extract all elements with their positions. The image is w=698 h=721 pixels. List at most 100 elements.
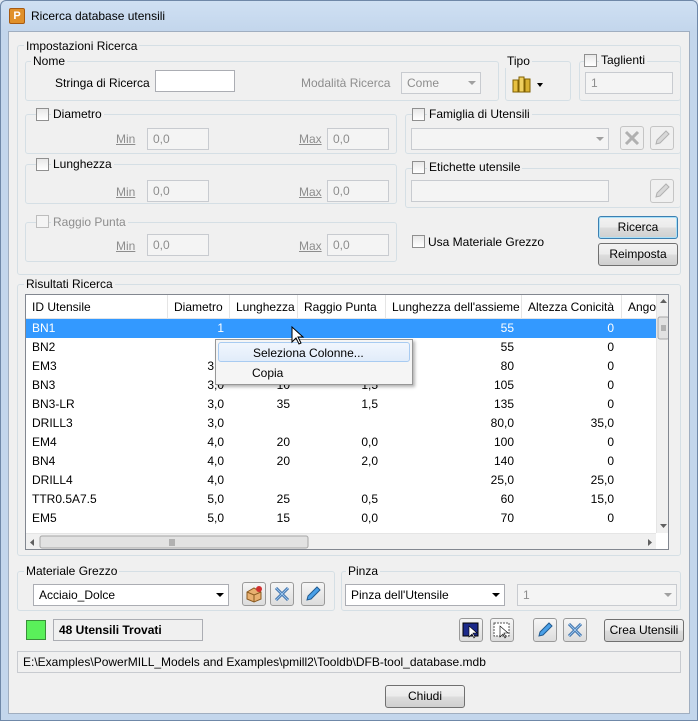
chiudi-button[interactable]: Chiudi	[385, 685, 465, 708]
raggio-punta-checkbox[interactable]	[36, 215, 49, 228]
table-row[interactable]: EM5 5,0 15 0,0 70 0	[26, 509, 656, 528]
table-cell: 0,0	[361, 435, 378, 449]
taglienti-checkbox[interactable]	[584, 54, 597, 67]
context-menu: Seleziona Colonne... Copia	[215, 339, 413, 385]
table-cell: 4,0	[207, 473, 224, 487]
table-row[interactable]: BN3-LR 3,0 35 1,5 135 0	[26, 395, 656, 414]
materiale-label: Materiale Grezzo	[24, 564, 120, 578]
reimposta-button[interactable]: Reimposta	[598, 243, 678, 266]
crea-utensili-button[interactable]: Crea Utensili	[604, 619, 684, 642]
table-row[interactable]: BN1 1 55 0	[26, 319, 656, 338]
status-indicator	[26, 620, 46, 640]
table-cell: 15,0	[590, 492, 614, 506]
search-string-input[interactable]	[155, 70, 235, 92]
menu-item-seleziona-colonne[interactable]: Seleziona Colonne...	[218, 342, 410, 362]
table-row[interactable]: TTR0.5A7.5 5,0 25 0,5 60 15,0	[26, 490, 656, 509]
column-header[interactable]: Diametro	[168, 295, 230, 319]
famiglia-clear-button[interactable]	[620, 126, 644, 150]
table-cell: 4,0	[207, 435, 224, 449]
table-cell	[230, 471, 290, 490]
horizontal-scrollbar[interactable]	[26, 533, 656, 549]
materiale-open-button[interactable]	[242, 582, 266, 606]
famiglia-checkbox[interactable]	[412, 108, 425, 121]
vertical-scrollbar[interactable]	[656, 295, 668, 533]
search-mode-value: Come	[407, 76, 440, 90]
select-grid-icon	[493, 622, 510, 639]
search-settings-label: Impostazioni Ricerca	[24, 39, 140, 53]
column-header[interactable]: ID Utensile	[26, 295, 168, 319]
dialog-client: Impostazioni Ricerca Nome Stringa di Ric…	[8, 31, 690, 714]
raggio-min-input[interactable]: 0,0	[147, 234, 209, 256]
table-row[interactable]: DRILL3 3,0 80,0 35,0	[26, 414, 656, 433]
select-all-button[interactable]	[459, 618, 483, 642]
table-cell: 0	[607, 435, 614, 449]
materiale-edit-button[interactable]	[301, 582, 325, 606]
diametro-min-input[interactable]: 0,0	[147, 128, 209, 150]
select-cursor-icon	[462, 622, 479, 639]
tipo-label: Tipo	[505, 54, 532, 68]
etichette-checkbox[interactable]	[412, 161, 425, 174]
table-cell: BN4	[32, 454, 56, 468]
table-cell: 0	[607, 321, 614, 335]
pinza-value: Pinza dell'Utensile	[351, 588, 449, 602]
table-row[interactable]: EM4 4,0 20 0,0 100 0	[26, 433, 656, 452]
chevron-down-icon	[664, 593, 672, 597]
lunghezza-checkbox[interactable]	[36, 158, 49, 171]
table-cell	[298, 414, 378, 433]
title-bar[interactable]: P Ricerca database utensili	[1, 1, 697, 31]
lunghezza-min-input[interactable]: 0,0	[147, 180, 209, 202]
materiale-clear-button[interactable]	[270, 582, 294, 606]
table-cell: EM4	[32, 435, 57, 449]
select-grid-button[interactable]	[490, 618, 514, 642]
table-cell: 25,0	[490, 473, 514, 487]
pencil-icon	[655, 183, 670, 198]
window-title: Ricerca database utensili	[31, 9, 166, 23]
table-row[interactable]: BN4 4,0 20 2,0 140 0	[26, 452, 656, 471]
table-cell	[298, 319, 378, 338]
app-logo-icon: P	[9, 8, 25, 24]
table-cell: EM3	[32, 359, 57, 373]
table-cell: DRILL3	[32, 416, 73, 430]
table-cell: 140	[493, 454, 514, 468]
column-header[interactable]: Raggio Punta	[298, 295, 386, 319]
table-cell: 5,0	[207, 492, 224, 506]
column-header[interactable]: Lunghezza	[230, 295, 298, 319]
table-cell	[230, 319, 290, 338]
diametro-max-input[interactable]: 0,0	[327, 128, 389, 150]
table-cell: 1,5	[361, 397, 378, 411]
materiale-value: Acciaio_Dolce	[39, 588, 116, 602]
ricerca-button[interactable]: Ricerca	[598, 216, 678, 239]
pinza-select[interactable]: Pinza dell'Utensile	[345, 584, 505, 606]
diametro-checkbox[interactable]	[36, 108, 49, 121]
table-cell: 25	[276, 492, 290, 506]
materiale-select[interactable]: Acciaio_Dolce	[33, 584, 229, 606]
table-cell: 60	[500, 492, 514, 506]
tools-found-count: 48 Utensili Trovati	[53, 619, 203, 641]
menu-item-copia[interactable]: Copia	[218, 363, 410, 383]
usa-materiale-checkbox[interactable]	[412, 235, 425, 248]
delete-tool-button[interactable]	[563, 618, 587, 642]
raggio-max-input[interactable]: 0,0	[327, 234, 389, 256]
results-list[interactable]: ID Utensile Diametro Lunghezza Raggio Pu…	[25, 294, 669, 550]
search-mode-select[interactable]: Come	[401, 72, 481, 94]
famiglia-edit-button[interactable]	[650, 126, 674, 150]
table-cell: BN1	[32, 321, 56, 335]
edit-tool-button[interactable]	[533, 618, 557, 642]
column-header[interactable]: Altezza Conicità	[522, 295, 622, 319]
table-cell: BN3	[32, 378, 56, 392]
pinza-number-select[interactable]: 1	[517, 584, 677, 606]
famiglia-select[interactable]	[411, 128, 609, 150]
column-header[interactable]: Lunghezza dell'assieme	[386, 295, 522, 319]
clear-tools-icon	[624, 130, 640, 146]
taglienti-input[interactable]: 1	[585, 72, 673, 94]
etichette-edit-button[interactable]	[650, 179, 674, 203]
pencil-icon	[655, 130, 670, 145]
table-cell: 0	[607, 340, 614, 354]
lunghezza-max-input[interactable]: 0,0	[327, 180, 389, 202]
clear-tools-icon	[274, 586, 290, 602]
vertical-scrollbar-icon	[657, 299, 668, 528]
table-cell: DRILL4	[32, 473, 73, 487]
table-row[interactable]: DRILL4 4,0 25,0 25,0	[26, 471, 656, 490]
etichette-input[interactable]	[411, 180, 609, 202]
tool-type-dropdown[interactable]	[508, 72, 550, 96]
